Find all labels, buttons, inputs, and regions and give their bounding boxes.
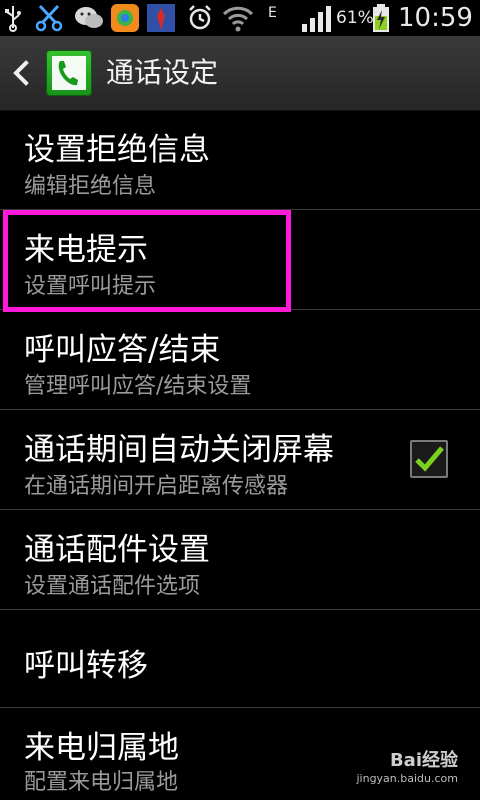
chevron-left-icon[interactable] <box>10 59 32 87</box>
setting-title: 来电归属地 <box>24 730 179 766</box>
app-icon <box>111 4 139 32</box>
status-bar: E 61% 10:59 <box>0 0 480 36</box>
setting-title: 通话期间自动关闭屏幕 <box>24 432 334 468</box>
page-title: 通话设定 <box>106 56 219 89</box>
setting-call-accessories[interactable]: 通话配件设置 设置通话配件选项 <box>0 510 480 610</box>
auto-screen-off-checkbox[interactable] <box>410 440 448 478</box>
watermark-brand: Bai经验 <box>389 750 458 771</box>
setting-reject-message[interactable]: 设置拒绝信息 编辑拒绝信息 <box>0 110 480 210</box>
setting-call-forwarding[interactable]: 呼叫转移 <box>0 610 480 708</box>
network-type-label: E <box>268 5 277 21</box>
contact-icon <box>147 4 175 32</box>
usb-icon <box>5 6 21 32</box>
highlight-box <box>3 210 291 312</box>
wechat-icon <box>75 7 103 28</box>
setting-subtitle: 配置来电归属地 <box>24 770 179 795</box>
setting-answer-end-calls[interactable]: 呼叫应答/结束 管理呼叫应答/结束设置 <box>0 310 480 410</box>
phone-icon <box>46 50 92 96</box>
setting-subtitle: 管理呼叫应答/结束设置 <box>24 374 252 399</box>
alarm-icon <box>189 5 211 30</box>
signal-icon <box>302 6 331 32</box>
clock: 10:59 <box>398 3 473 33</box>
scissors-icon <box>35 4 63 32</box>
action-bar: 通话设定 <box>0 36 480 111</box>
setting-subtitle: 在通话期间开启距离传感器 <box>24 474 289 499</box>
baidu-jingyan-watermark: Bai经验 jingyan.baidu.com <box>346 746 466 790</box>
setting-auto-screen-off[interactable]: 通话期间自动关闭屏幕 在通话期间开启距离传感器 <box>0 410 480 510</box>
battery-charging-icon <box>373 4 389 32</box>
watermark-url: jingyan.baidu.com <box>356 772 458 785</box>
setting-subtitle: 设置通话配件选项 <box>24 574 201 599</box>
battery-percent: 61% <box>336 8 374 28</box>
setting-title: 呼叫应答/结束 <box>24 332 221 368</box>
setting-title: 通话配件设置 <box>24 532 210 568</box>
checkmark-icon <box>415 446 444 472</box>
setting-subtitle: 编辑拒绝信息 <box>24 174 157 199</box>
setting-title: 呼叫转移 <box>24 648 148 684</box>
wifi-icon <box>222 6 254 32</box>
setting-title: 设置拒绝信息 <box>24 132 210 168</box>
